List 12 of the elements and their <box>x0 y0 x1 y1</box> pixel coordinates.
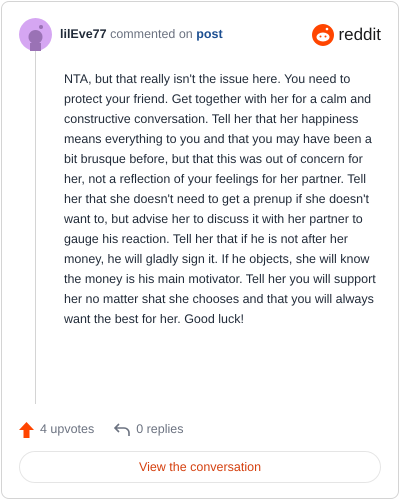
avatar-icon <box>19 18 52 51</box>
reply-arrow-icon[interactable] <box>114 422 130 437</box>
comment-body: NTA, but that really isn't the issue here. You need to protect your friend. Get together with her for a calm and constructive conversation. Tell her that her happiness means everything to you and that you may have been a bit brusque before, but that this was out of concern for her, not a reflection of your feelings for her partner. Tell her that she doesn't need to get a prenup if she doesn't want to, but advise her to discuss it with her partner to gauge his reaction. Tell her that if he is not after her money, he will gladly sign it. If he objects, she will know the money is his main motivator. Tell her you will support her no matter shat she chooses and that you will always want the best for her. Good luck! <box>64 71 377 328</box>
reply-count: 0 replies <box>136 421 184 438</box>
upvote-count: 4 upvotes <box>40 421 94 438</box>
username[interactable]: lilEve77 <box>60 27 107 42</box>
upvote-arrow-icon[interactable] <box>19 422 34 438</box>
view-conversation-button[interactable]: View the conversation <box>19 451 381 483</box>
post-link[interactable]: post <box>196 27 223 42</box>
brand-name: reddit <box>338 24 381 46</box>
reddit-logo-icon <box>312 24 334 46</box>
action-text: commented on <box>110 27 193 42</box>
